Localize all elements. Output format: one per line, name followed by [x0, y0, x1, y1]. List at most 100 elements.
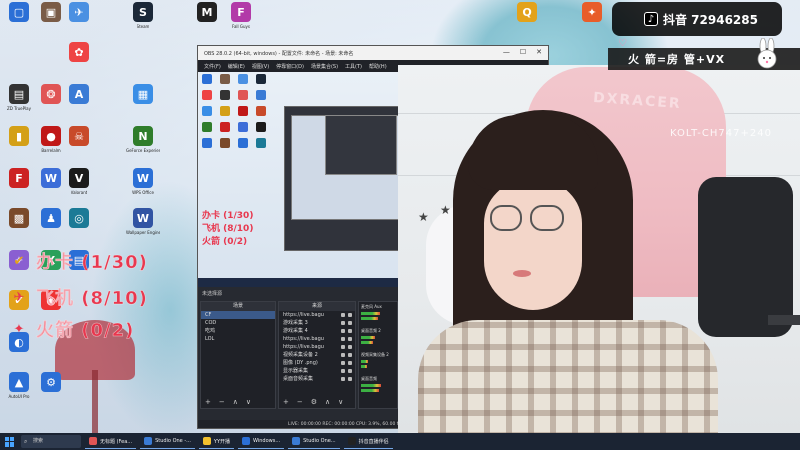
obs-menu-item[interactable]: 帮助(H): [369, 63, 387, 70]
desktop-shortcut[interactable]: W Wallpaper Engine: [126, 208, 160, 246]
obs-menu-item[interactable]: 场景集合(S): [311, 63, 338, 70]
add-source-button[interactable]: +: [283, 398, 289, 406]
source-item[interactable]: https://live.bagu: [279, 311, 355, 319]
source-item-label: 桌面音频采集: [283, 376, 314, 382]
desktop-shortcut[interactable]: N GeForce Experience: [126, 126, 160, 164]
lock-icon[interactable]: [348, 313, 352, 317]
desktop-shortcut[interactable]: ▲ AutoUI Pro: [2, 372, 36, 410]
source-item[interactable]: 图像 (DY .png): [279, 359, 355, 367]
obs-menu-item[interactable]: 停靠窗口(D): [276, 63, 304, 70]
desktop-shortcut[interactable]: F Fall Guys: [224, 2, 258, 40]
source-settings-button[interactable]: ⚙: [311, 398, 317, 406]
lock-icon[interactable]: [348, 361, 352, 365]
eye-icon[interactable]: [341, 313, 345, 317]
source-item[interactable]: https://live.bagu: [279, 335, 355, 343]
source-item[interactable]: 游戏采集 3: [279, 319, 355, 327]
obs-menu-item[interactable]: 视图(V): [252, 63, 269, 70]
move-down-button[interactable]: ∨: [338, 398, 343, 406]
lock-icon[interactable]: [348, 321, 352, 325]
mixer-channel[interactable]: 桌面音频: [359, 374, 397, 398]
obs-menu-item[interactable]: 编辑(E): [228, 63, 245, 70]
scene-item[interactable]: COD: [201, 319, 275, 327]
desktop-shortcut[interactable]: A: [62, 84, 96, 122]
move-down-button[interactable]: ∨: [246, 398, 251, 406]
eye-icon[interactable]: [341, 369, 345, 373]
obs-title-bar[interactable]: OBS 28.0.2 (64-bit, windows) - 配置文件: 未命名…: [198, 46, 548, 60]
eye-icon[interactable]: [341, 321, 345, 325]
lock-icon[interactable]: [348, 329, 352, 333]
desktop-shortcut[interactable]: ▢: [2, 2, 36, 40]
source-item[interactable]: https://live.bagu: [279, 343, 355, 351]
taskbar-app[interactable]: YY开播: [198, 434, 235, 449]
scene-list: CF COD 吃鸡 LOL: [201, 311, 275, 343]
desktop-shortcut[interactable]: ✈: [62, 2, 96, 40]
eye-icon[interactable]: [341, 377, 345, 381]
desktop-shortcut[interactable]: ⚙: [34, 372, 68, 410]
volume-meter: [361, 360, 368, 363]
desktop-shortcut-label: Fall Guys: [232, 24, 250, 29]
lock-icon[interactable]: [348, 337, 352, 341]
move-up-button[interactable]: ∧: [233, 398, 238, 406]
eye-icon[interactable]: [341, 361, 345, 365]
desktop-shortcut-label: ZD TruePlay: [7, 106, 31, 111]
desktop-shortcut[interactable]: Q: [510, 2, 544, 40]
add-scene-button[interactable]: +: [205, 398, 211, 406]
mixer-channel[interactable]: 桌面音频 2: [359, 326, 397, 350]
lock-icon[interactable]: [348, 345, 352, 349]
source-item[interactable]: 桌面音频采集: [279, 375, 355, 383]
preview-counter-overlay: 办卡 (1/30) 飞机 (8/10) 火箭 (0/2): [202, 210, 253, 249]
sources-header: 来源: [279, 302, 355, 311]
desktop-shortcut[interactable]: ▮: [2, 126, 36, 164]
eye-icon[interactable]: [341, 337, 345, 341]
source-item[interactable]: 游戏采集 4: [279, 327, 355, 335]
obs-menu-item[interactable]: 文件(F): [204, 63, 221, 70]
desktop-shortcut-label: Wallpaper Engine: [126, 230, 160, 235]
mixer-channel-label: 桌面音频: [361, 376, 377, 381]
eye-icon[interactable]: [341, 353, 345, 357]
obs-menu-item[interactable]: 工具(T): [345, 63, 362, 70]
desktop-shortcut[interactable]: S Steam: [126, 2, 160, 40]
heart-icon: ♡: [618, 38, 627, 49]
desktop-shortcut[interactable]: ✿: [62, 42, 96, 80]
desktop-shortcut[interactable]: ▤ ZD TruePlay: [2, 84, 36, 122]
taskbar-app[interactable]: Studio One...: [288, 434, 340, 449]
remove-source-button[interactable]: −: [297, 398, 303, 406]
taskbar-app[interactable]: Windows...: [238, 434, 285, 449]
eye-icon[interactable]: [341, 345, 345, 349]
taskbar-app-label: Studio One...: [303, 438, 336, 444]
windows-taskbar: ⌕ 搜索 无标题 (Fea... Studio One -... YY开播 Windo…: [0, 433, 800, 450]
taskbar-app[interactable]: 无标题 (Fea...: [85, 434, 137, 449]
audio-mixer-panel: 麦克风 Aux 桌面音频 2 视频采集设备 2 桌面音频: [358, 301, 398, 409]
taskbar-app[interactable]: Studio One -...: [140, 434, 195, 449]
maximize-icon[interactable]: ☐: [520, 48, 526, 56]
streamer-face: [484, 180, 582, 310]
desktop-shortcut[interactable]: V Valorant: [62, 168, 96, 206]
lock-icon[interactable]: [348, 353, 352, 357]
scene-item[interactable]: CF: [201, 311, 275, 319]
minimize-icon[interactable]: —: [503, 48, 510, 56]
desktop-shortcut[interactable]: ☠: [62, 126, 96, 164]
taskbar-search[interactable]: ⌕ 搜索: [21, 435, 81, 448]
desktop-shortcut[interactable]: W WPS Office: [126, 168, 160, 206]
eye-icon[interactable]: [341, 329, 345, 333]
desktop-shortcut[interactable]: ✦: [575, 2, 609, 40]
desktop-shortcut[interactable]: ▦: [126, 84, 160, 122]
source-item[interactable]: 视频采集设备 2: [279, 351, 355, 359]
app-icon: [347, 437, 356, 445]
scene-item[interactable]: 吃鸡: [201, 327, 275, 335]
remove-scene-button[interactable]: −: [219, 398, 225, 406]
move-up-button[interactable]: ∧: [325, 398, 330, 406]
lock-icon[interactable]: [348, 369, 352, 373]
desktop-shortcut[interactable]: M: [190, 2, 224, 40]
mixer-channel[interactable]: 视频采集设备 2: [359, 350, 397, 374]
desktop-shortcut[interactable]: ◎: [62, 208, 96, 246]
close-icon[interactable]: ✕: [536, 48, 542, 56]
start-button[interactable]: [5, 436, 15, 447]
source-item[interactable]: 显示器采集: [279, 367, 355, 375]
scene-item[interactable]: LOL: [201, 335, 275, 343]
desktop-shortcut[interactable]: F: [2, 168, 36, 206]
desktop-shortcut[interactable]: ▩: [2, 208, 36, 246]
lock-icon[interactable]: [348, 377, 352, 381]
taskbar-app[interactable]: 抖音直播伴侣: [343, 434, 393, 449]
mixer-channel[interactable]: 麦克风 Aux: [359, 302, 397, 326]
